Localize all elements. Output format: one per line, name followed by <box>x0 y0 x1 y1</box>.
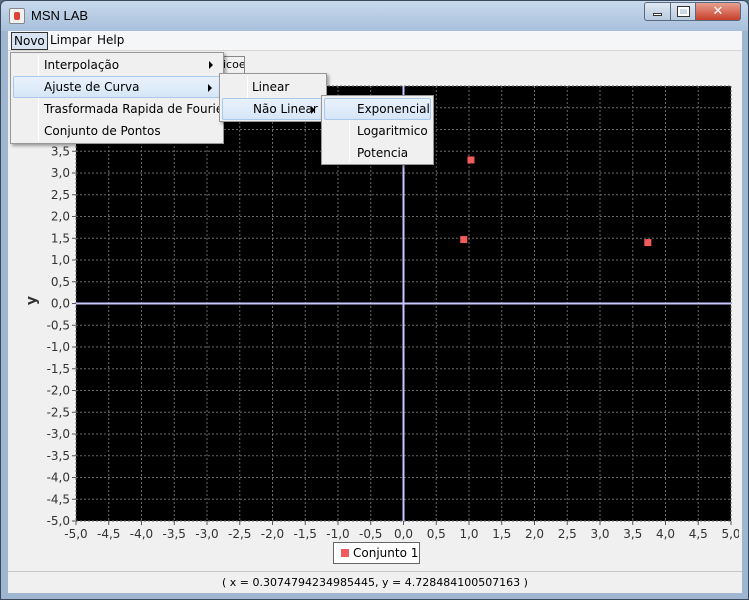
y-tick-label: 2,0 <box>51 210 70 224</box>
menu-item-label: Potencia <box>357 146 409 160</box>
x-tick-label: -3,5 <box>163 527 186 541</box>
menu-item-label: Ajuste de Curva <box>44 80 140 94</box>
y-tick-label: -3,0 <box>47 427 70 441</box>
submenu-arrow-icon <box>311 106 315 114</box>
y-tick-label: -4,5 <box>47 492 70 506</box>
x-tick-label: -4,0 <box>130 527 153 541</box>
nao-linear-dropdown: Exponencial Logaritmico Potencia <box>321 95 434 165</box>
x-tick-label: 3,5 <box>623 527 642 541</box>
y-tick-label: 3,0 <box>51 166 70 180</box>
menu-item-linear[interactable]: Linear <box>222 76 324 98</box>
menu-item-label: Não Linear <box>253 102 318 116</box>
legend-swatch <box>341 549 349 557</box>
submenu-arrow-icon <box>208 84 212 92</box>
y-tick-label: -1,0 <box>47 340 70 354</box>
y-axis-label: y <box>24 296 40 305</box>
y-tick-label: 3,5 <box>51 144 70 158</box>
data-point <box>644 239 652 247</box>
x-tick-label: 4,5 <box>689 527 708 541</box>
title-bar[interactable]: MSN LAB ✕ <box>1 1 748 31</box>
minimize-button[interactable] <box>644 2 671 21</box>
menu-item-conjunto-de-pontos[interactable]: Conjunto de Pontos <box>13 120 221 142</box>
submenu-arrow-icon <box>209 61 213 69</box>
x-tick-label: 3,0 <box>590 527 609 541</box>
menu-item-label: Linear <box>252 80 290 94</box>
menu-item-exponencial[interactable]: Exponencial <box>324 98 431 120</box>
y-tick-label: 0,5 <box>51 275 70 289</box>
x-tick-label: 4,0 <box>656 527 675 541</box>
window-title: MSN LAB <box>31 8 89 23</box>
menu-item-potencia[interactable]: Potencia <box>324 142 431 164</box>
y-tick-label: 0,0 <box>51 297 70 311</box>
x-tick-label: 2,0 <box>525 527 544 541</box>
x-tick-label: 1,0 <box>459 527 478 541</box>
menu-item-label: Logaritmico <box>357 124 428 138</box>
y-tick-label: -0,5 <box>47 318 70 332</box>
app-window: MSN LAB ✕ Novo Limpar Help icoes -5,0 -4,… <box>0 0 749 600</box>
x-tick-label: 0,0 <box>394 527 413 541</box>
y-tick-label: -4,0 <box>47 471 70 485</box>
x-tick-label: -2,0 <box>261 527 284 541</box>
menu-item-label: Trasformada Rapida de Fourier <box>44 102 229 116</box>
java-app-icon <box>9 8 25 24</box>
x-tick-label: -1,5 <box>294 527 317 541</box>
data-point <box>460 236 468 244</box>
x-tick-label: 5,0 <box>721 527 739 541</box>
menu-item-ajuste-de-curva[interactable]: Ajuste de Curva <box>13 76 221 98</box>
data-point <box>467 156 475 164</box>
chart-legend: Conjunto 1 <box>333 542 420 564</box>
x-tick-label: -0,5 <box>359 527 382 541</box>
x-tick-label: -2,5 <box>228 527 251 541</box>
close-button[interactable]: ✕ <box>695 2 741 21</box>
y-tick-label: -5,0 <box>47 514 70 528</box>
maximize-icon <box>676 6 690 17</box>
cursor-coordinates: ( x = 0.3074794234985445, y = 4.72848410… <box>222 576 528 589</box>
x-tick-label: 0,5 <box>427 527 446 541</box>
y-tick-label: 2,5 <box>51 188 70 202</box>
x-tick-label: 1,5 <box>492 527 511 541</box>
close-icon: ✕ <box>712 4 724 19</box>
plot-options-tab[interactable]: icoes <box>221 56 245 74</box>
x-tick-label: -1,0 <box>326 527 349 541</box>
maximize-button[interactable] <box>670 2 696 21</box>
menu-item-fourier[interactable]: Trasformada Rapida de Fourier <box>13 98 228 120</box>
menu-bar: Novo Limpar Help <box>8 31 742 51</box>
menu-novo[interactable]: Novo <box>11 32 48 50</box>
menu-limpar[interactable]: Limpar <box>48 32 94 50</box>
menu-item-label: Interpolação <box>44 58 120 72</box>
x-tick-label: -5,0 <box>64 527 87 541</box>
legend-label: Conjunto 1 <box>353 546 419 560</box>
y-tick-label: -1,5 <box>47 362 70 376</box>
x-tick-label: -3,0 <box>195 527 218 541</box>
y-tick-label: 1,0 <box>51 253 70 267</box>
y-tick-label: -3,5 <box>47 449 70 463</box>
y-tick-label: -2,5 <box>47 405 70 419</box>
menu-item-label: Conjunto de Pontos <box>44 124 161 138</box>
status-bar: ( x = 0.3074794234985445, y = 4.72848410… <box>8 571 742 593</box>
novo-dropdown: Interpolação Ajuste de Curva Trasformada… <box>10 52 228 144</box>
menu-item-interpolacao[interactable]: Interpolação <box>13 54 221 76</box>
y-tick-label: 1,5 <box>51 231 70 245</box>
minimize-icon <box>653 13 662 16</box>
y-tick-label: -2,0 <box>47 384 70 398</box>
ajuste-dropdown: Linear Não Linear <box>219 73 327 122</box>
x-tick-label: -4,5 <box>97 527 120 541</box>
menu-item-label: Exponencial <box>357 102 430 116</box>
menu-item-logaritmico[interactable]: Logaritmico <box>324 120 431 142</box>
menu-help[interactable]: Help <box>95 32 126 50</box>
menu-item-nao-linear[interactable]: Não Linear <box>222 98 324 120</box>
x-tick-label: 2,5 <box>558 527 577 541</box>
